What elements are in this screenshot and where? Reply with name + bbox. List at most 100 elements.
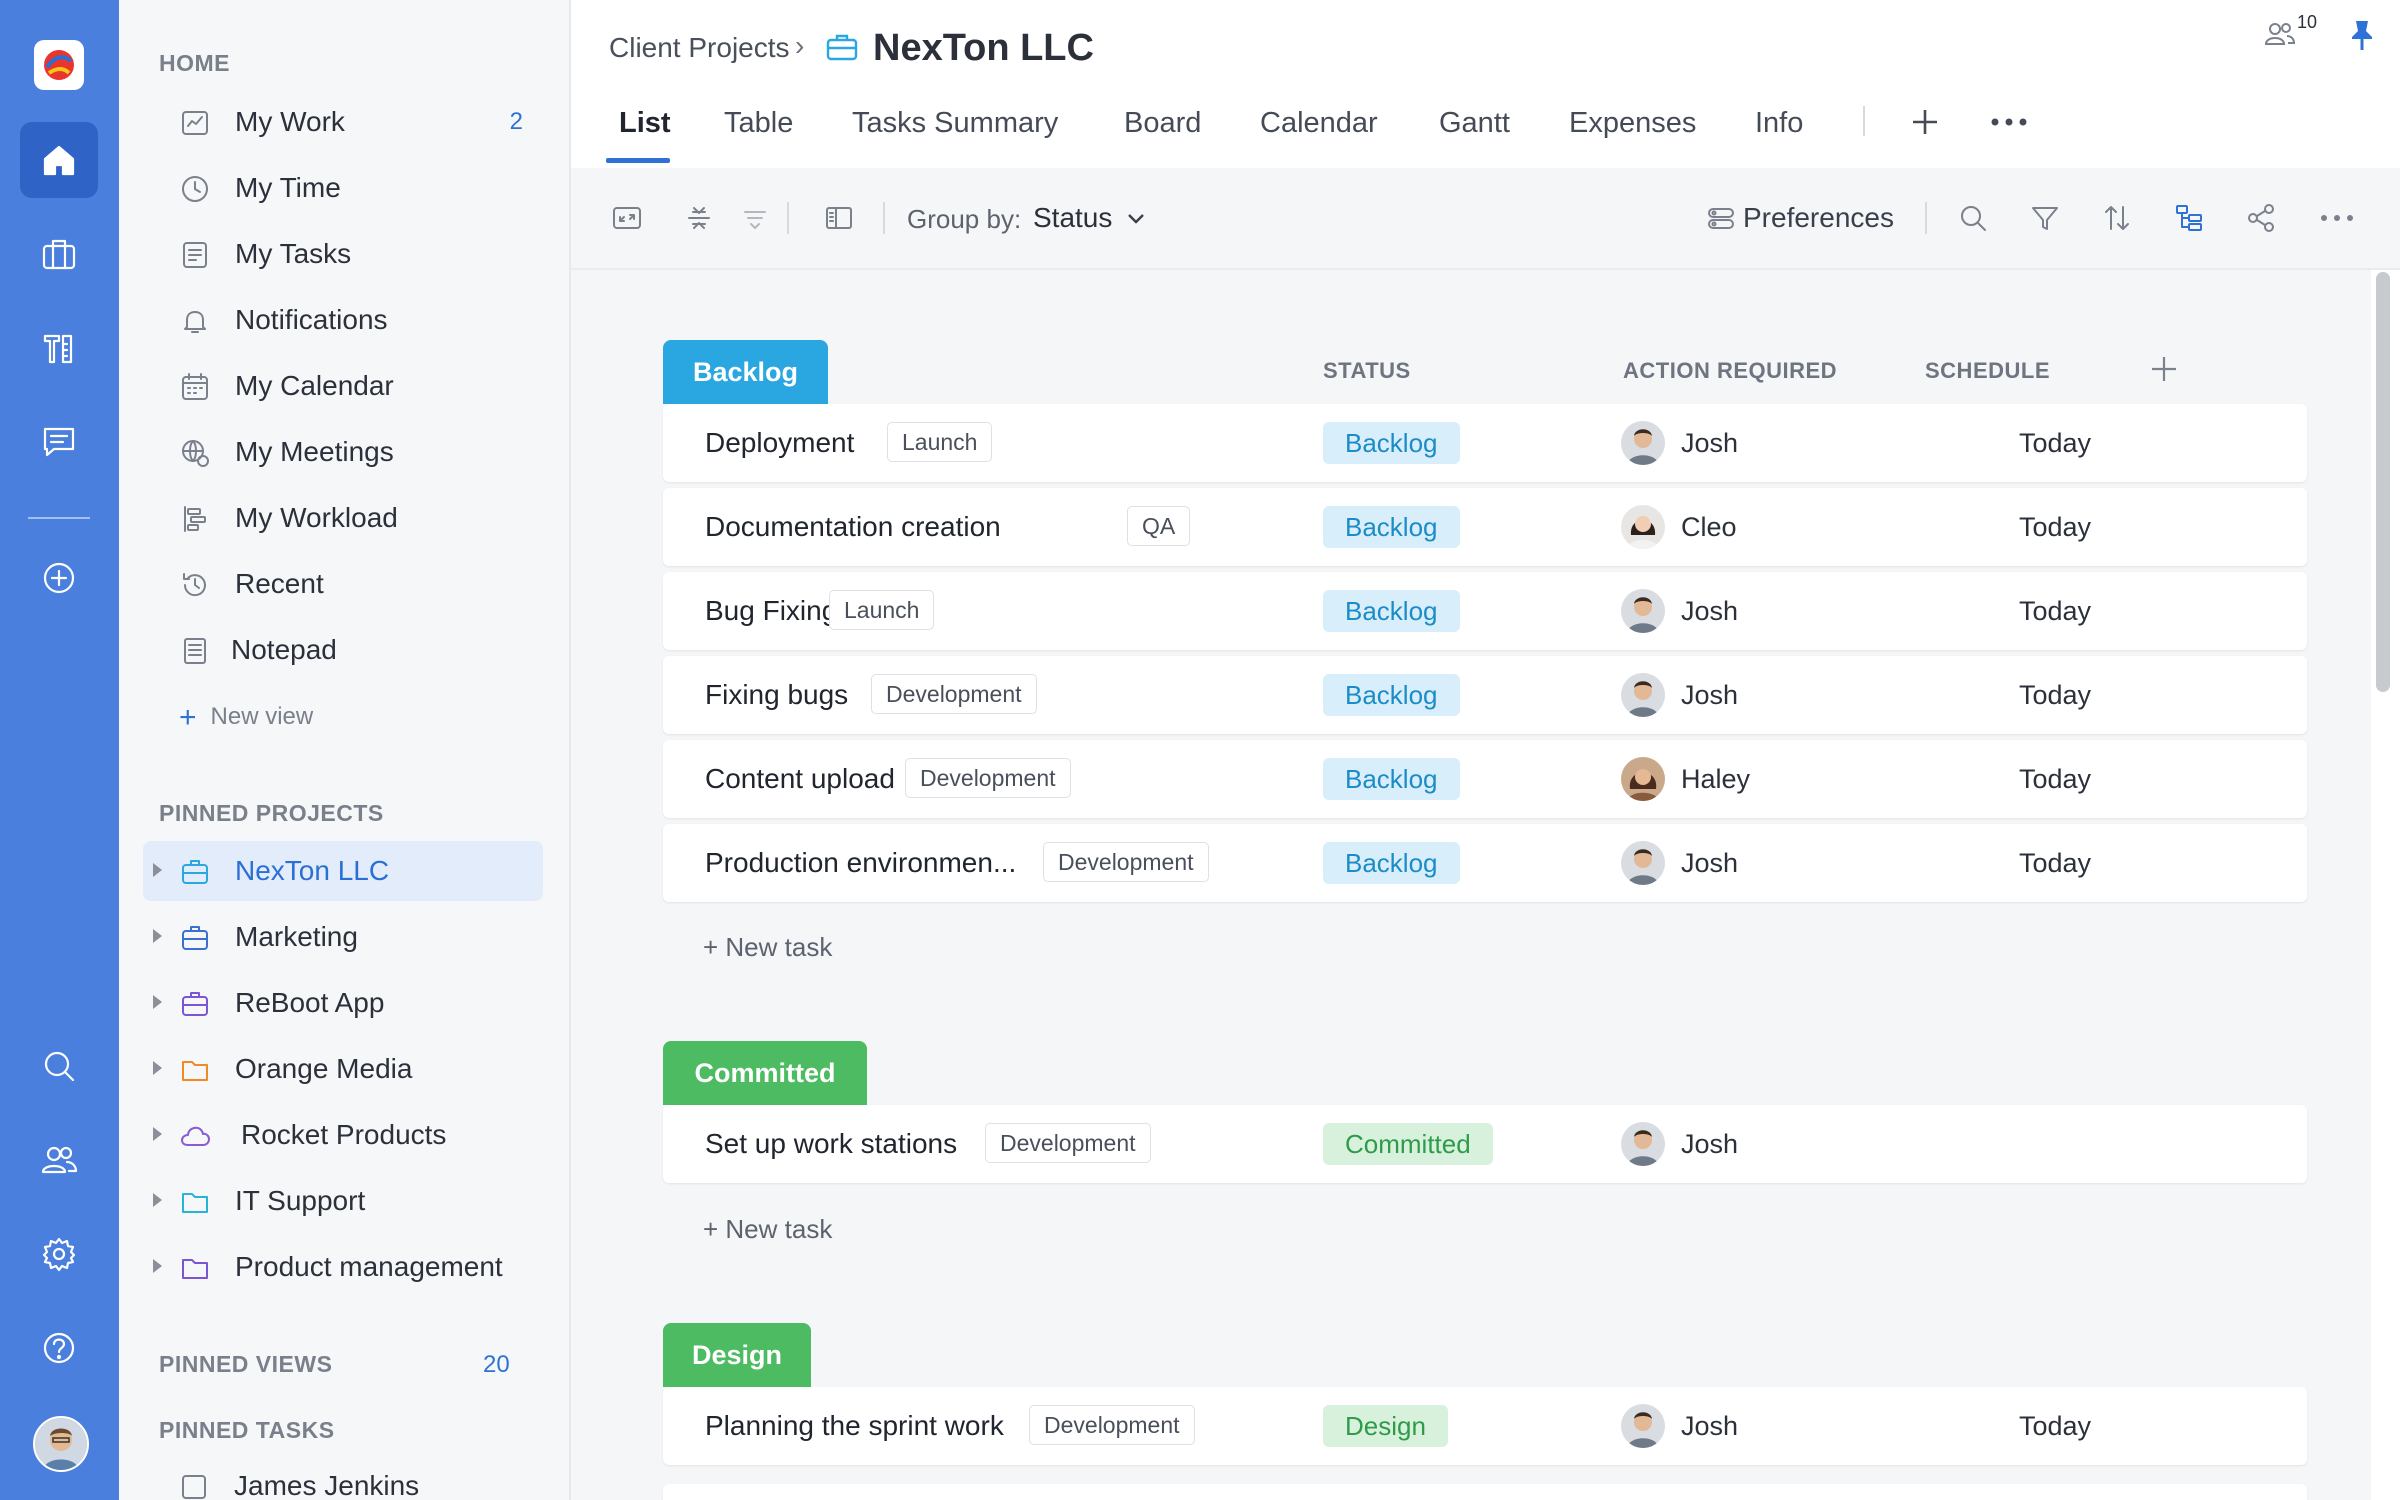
sidebar-project-marketing[interactable]: Marketing [143,907,543,967]
share-icon[interactable] [2245,202,2277,234]
task-tag[interactable]: Development [871,674,1037,714]
side-panel-icon[interactable] [823,202,855,234]
table-row[interactable]: Production environmen... Development Bac… [663,824,2307,902]
group-label-committed[interactable]: Committed [663,1041,867,1105]
search-icon[interactable] [20,1028,98,1104]
pin-icon[interactable] [2347,18,2377,52]
schedule-value[interactable]: Today [2019,596,2091,627]
preferences-icon[interactable] [1705,202,1737,234]
filter-icon[interactable] [2029,202,2061,234]
schedule-value[interactable]: Today [2019,848,2091,879]
add-column-icon[interactable] [2149,354,2179,384]
sidebar-item-notifications[interactable]: Notifications [143,290,543,350]
tools-icon[interactable] [20,310,98,386]
task-tag[interactable]: Development [1029,1405,1195,1445]
home-icon[interactable] [20,122,98,198]
sidebar-item-my-calendar[interactable]: My Calendar [143,356,543,416]
app-logo[interactable] [34,40,84,90]
sidebar-item-my-meetings[interactable]: My Meetings [143,422,543,482]
expand-icon[interactable] [611,202,643,234]
task-name[interactable]: Content upload [705,763,895,795]
expand-caret-icon[interactable] [153,1259,162,1273]
status-badge[interactable]: Design [1323,1405,1448,1447]
new-task-button[interactable]: + New task [703,932,832,963]
task-tag[interactable]: QA [1127,506,1191,546]
task-name[interactable]: Fixing bugs [705,679,848,711]
task-tag[interactable]: Launch [829,590,935,630]
schedule-value[interactable]: Today [2019,764,2091,795]
sidebar-item-my-work[interactable]: My Work 2 [143,92,543,152]
tab-info[interactable]: Info [1755,107,1803,140]
group-label-backlog[interactable]: Backlog [663,340,828,404]
pinned-task-item[interactable]: James Jenkins [234,1470,419,1500]
table-row[interactable]: Documentation creation QA Backlog Cleo T… [663,488,2307,566]
task-tag[interactable]: Development [985,1123,1151,1163]
breadcrumb[interactable]: Client Projects [609,32,790,64]
tab-list[interactable]: List [619,107,671,140]
sidebar-item-notepad[interactable]: Notepad [143,620,543,680]
task-name[interactable]: Planning the sprint work [705,1410,1004,1442]
status-badge[interactable]: Backlog [1323,758,1460,800]
column-header-action-required[interactable]: ACTION REQUIRED [1623,358,1837,384]
add-view-icon[interactable] [1909,106,1941,138]
chevron-down-icon[interactable] [1125,208,1147,230]
schedule-value[interactable]: Today [2019,512,2091,543]
new-view-button[interactable]: + New view [179,698,313,734]
group-label-design[interactable]: Design [663,1323,811,1387]
hierarchy-icon[interactable] [2173,202,2205,234]
status-badge[interactable]: Backlog [1323,674,1460,716]
expand-caret-icon[interactable] [153,929,162,943]
tab-expenses[interactable]: Expenses [1569,107,1696,140]
people-icon[interactable] [20,1122,98,1198]
status-badge[interactable]: Backlog [1323,590,1460,632]
new-task-button[interactable]: + New task [703,1214,832,1245]
sidebar-project-product-management[interactable]: Product management [143,1237,543,1297]
tab-gantt[interactable]: Gantt [1439,107,1510,140]
tab-table[interactable]: Table [724,107,793,140]
table-row[interactable]: Bug Fixing Launch Backlog Josh Today [663,572,2307,650]
schedule-value[interactable]: Today [2019,1411,2091,1442]
expand-caret-icon[interactable] [153,1061,162,1075]
search-icon[interactable] [1957,202,1989,234]
briefcase-icon[interactable] [20,216,98,292]
status-badge[interactable]: Committed [1323,1123,1493,1165]
table-row[interactable]: Fixing bugs Development Backlog Josh Tod… [663,656,2307,734]
sidebar-item-my-time[interactable]: My Time [143,158,543,218]
assignee-name[interactable]: Josh [1681,428,1738,459]
table-row[interactable] [663,1484,2307,1500]
task-tag[interactable]: Development [905,758,1071,798]
table-row[interactable]: Content upload Development Backlog Haley… [663,740,2307,818]
tab-board[interactable]: Board [1124,107,1201,140]
gear-icon[interactable] [20,1216,98,1292]
collapse-all-icon[interactable] [739,202,771,234]
sidebar-item-my-tasks[interactable]: My Tasks [143,224,543,284]
assignee-name[interactable]: Josh [1681,680,1738,711]
sidebar-project-nexton[interactable]: NexTon LLC [143,841,543,901]
members-icon[interactable] [2263,18,2297,48]
expand-caret-icon[interactable] [153,863,162,877]
sort-icon[interactable] [2101,202,2133,234]
user-avatar[interactable] [33,1416,89,1472]
table-row[interactable]: Deployment Launch Backlog Josh Today [663,404,2307,482]
add-circle-icon[interactable] [20,540,98,616]
sidebar-project-orange-media[interactable]: Orange Media [143,1039,543,1099]
assignee-name[interactable]: Cleo [1681,512,1737,543]
task-name[interactable]: Deployment [705,427,854,459]
status-badge[interactable]: Backlog [1323,422,1460,464]
help-icon[interactable] [20,1310,98,1386]
sidebar-project-it-support[interactable]: IT Support [143,1171,543,1231]
sidebar-project-reboot-app[interactable]: ReBoot App [143,973,543,1033]
sidebar-project-rocket-products[interactable]: Rocket Products [143,1105,543,1165]
sidebar-item-my-workload[interactable]: My Workload [143,488,543,548]
task-name[interactable]: Production environmen... [705,847,1016,879]
table-row[interactable]: Planning the sprint work Development Des… [663,1387,2307,1465]
tab-calendar[interactable]: Calendar [1260,107,1378,140]
expand-caret-icon[interactable] [153,1193,162,1207]
task-tag[interactable]: Development [1043,842,1209,882]
collapse-rows-icon[interactable] [683,202,715,234]
task-name[interactable]: Bug Fixing [705,595,837,627]
assignee-name[interactable]: Josh [1681,1411,1738,1442]
vertical-scrollbar[interactable] [2376,272,2390,692]
assignee-name[interactable]: Haley [1681,764,1750,795]
more-tabs-icon[interactable] [1989,106,2029,138]
